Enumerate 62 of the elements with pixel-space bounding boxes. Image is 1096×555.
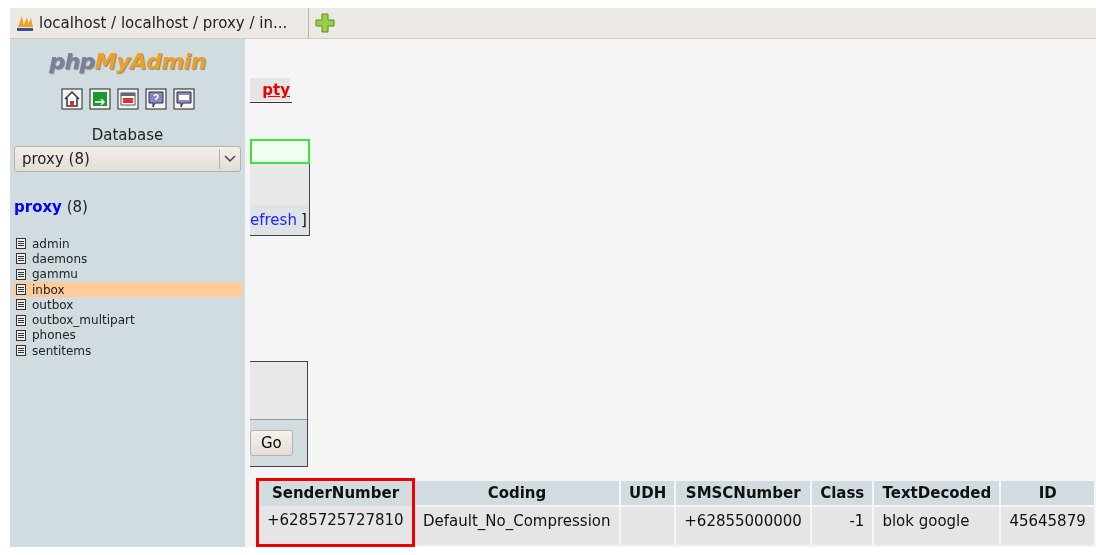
sql-window-button[interactable] [116, 88, 139, 110]
table-name: sentitems [32, 343, 92, 358]
table-name: gammu [32, 267, 78, 282]
input-field[interactable] [250, 139, 310, 165]
home-icon [60, 88, 83, 110]
table-name: inbox [32, 282, 65, 297]
table-cell: blok google [873, 505, 1001, 546]
table-cell: +6285725727810 [257, 505, 414, 546]
column-header: TextDecoded [873, 479, 1001, 506]
table-item[interactable]: inbox [13, 281, 242, 298]
tab-link[interactable]: pty [250, 78, 290, 101]
column-header: ID [1000, 479, 1095, 506]
column-header: UDH [619, 479, 676, 506]
table-item[interactable]: phones [13, 327, 242, 344]
pma-logo: phpMyAdmin [49, 49, 206, 74]
speech-bubble-icon [172, 88, 195, 110]
table-item[interactable]: sentitems [13, 343, 242, 359]
table-icon [16, 284, 26, 296]
home-button[interactable] [60, 88, 83, 110]
column-header: SMSCNumber [675, 479, 812, 506]
caret-icon [224, 155, 236, 163]
table-cell: +62855000000 [675, 505, 812, 546]
table-item[interactable]: gammu [13, 266, 242, 282]
window-icon [116, 88, 139, 110]
table-icon [16, 253, 26, 265]
table-item[interactable]: outbox_multipart [13, 312, 242, 328]
column-header: SenderNumber [257, 479, 414, 506]
table-cell: Default_No_Compression [413, 505, 620, 546]
column-header: Class [811, 479, 874, 506]
table-icon [16, 345, 26, 357]
table-cell [619, 505, 676, 546]
table-icon [16, 268, 26, 280]
table-cell: -1 [811, 505, 874, 546]
bracket-text: ] [300, 210, 307, 229]
table-icon [16, 314, 26, 326]
table-item[interactable]: outbox [13, 297, 242, 313]
column-header: Coding [413, 479, 620, 506]
table-item[interactable]: daemons [13, 251, 242, 267]
table-cell: 45645879 [1000, 505, 1095, 546]
table-count: (8) [66, 198, 88, 216]
database-select[interactable]: proxy (8) [14, 146, 241, 172]
go-button[interactable]: Go [250, 430, 293, 456]
table-name: daemons [32, 251, 88, 266]
table-name: outbox_multipart [32, 313, 135, 328]
table-name: phones [32, 328, 76, 343]
question-mark-icon [144, 88, 167, 110]
table-item[interactable]: admin [13, 236, 242, 252]
query-button[interactable] [172, 88, 195, 110]
database-link[interactable]: proxy [14, 198, 62, 216]
table-icon [16, 238, 26, 250]
exit-button[interactable] [88, 88, 111, 110]
table-name: admin [32, 236, 70, 251]
refresh-link[interactable]: efresh [250, 210, 297, 229]
help-button[interactable] [144, 88, 167, 110]
table-name: outbox [32, 297, 74, 312]
pma-logo-icon [16, 14, 34, 32]
database-label: Database [90, 126, 165, 144]
select-value: proxy (8) [22, 150, 90, 168]
exit-icon [88, 88, 111, 110]
table-icon [16, 329, 26, 341]
tab-title: localhost / localhost / proxy / in... [39, 14, 288, 32]
table-icon [16, 299, 26, 311]
